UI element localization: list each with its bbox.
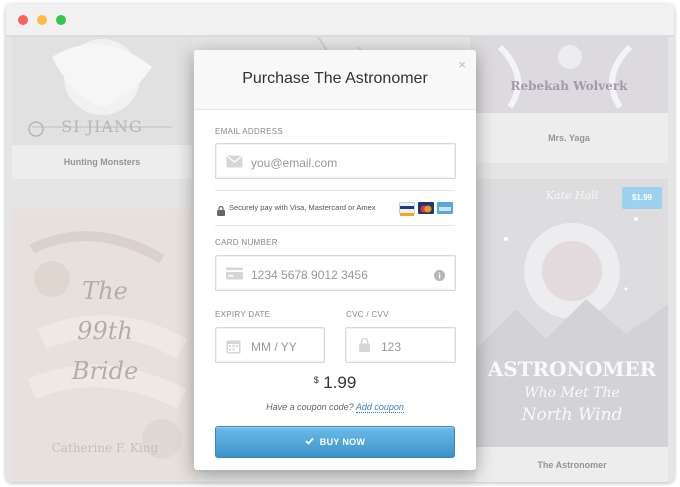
secure-payment-row: Securely pay with Visa, Mastercard or Am…	[215, 200, 455, 216]
modal-header: Purchase The Astronomer ×	[194, 50, 476, 110]
cvc-label: CVC / CVV	[346, 310, 389, 319]
buy-now-button[interactable]: BUY NOW	[215, 426, 455, 458]
add-coupon-link[interactable]: Add coupon	[355, 402, 404, 413]
email-placeholder: you@email.com	[251, 156, 338, 170]
expiry-label: EXPIRY DATE	[215, 310, 271, 319]
credit-card-icon	[226, 267, 243, 285]
envelope-icon	[226, 155, 243, 173]
email-field[interactable]: you@email.com	[215, 143, 456, 179]
cvc-placeholder: 123	[381, 340, 402, 354]
cvc-field[interactable]: 123	[345, 327, 456, 363]
price-display: $ 1.99	[194, 373, 476, 393]
email-label: EMAIL ADDRESS	[215, 127, 284, 136]
modal-title: Purchase The Astronomer	[242, 70, 428, 87]
info-icon[interactable]	[434, 268, 445, 286]
expiry-placeholder: MM / YY	[251, 340, 297, 354]
window-titlebar	[6, 4, 674, 36]
price-amount: 1.99	[323, 373, 357, 392]
expiry-field[interactable]: MM / YY	[215, 327, 325, 363]
lock-icon	[359, 337, 370, 357]
minimize-window-button[interactable]	[37, 15, 47, 25]
mastercard-icon	[418, 202, 434, 214]
checkmark-icon	[305, 427, 314, 457]
divider	[215, 225, 455, 226]
visa-icon	[399, 202, 415, 216]
close-icon[interactable]: ×	[458, 57, 466, 72]
divider	[215, 190, 455, 191]
lock-icon	[217, 203, 225, 221]
zoom-window-button[interactable]	[56, 15, 66, 25]
secure-payment-text: Securely pay with Visa, Mastercard or Am…	[229, 203, 376, 212]
amex-icon	[437, 202, 453, 214]
buy-now-label: BUY NOW	[319, 437, 366, 447]
card-number-field[interactable]: 1234 5678 9012 3456	[215, 255, 456, 291]
close-window-button[interactable]	[18, 15, 28, 25]
card-number-placeholder: 1234 5678 9012 3456	[251, 268, 368, 282]
price-currency: $	[313, 375, 319, 385]
card-number-label: CARD NUMBER	[215, 238, 278, 247]
calendar-icon	[226, 339, 241, 359]
purchase-modal: Purchase The Astronomer × EMAIL ADDRESS …	[194, 50, 476, 470]
coupon-row: Have a coupon code? Add coupon	[194, 402, 476, 413]
coupon-prompt: Have a coupon code?	[266, 402, 354, 412]
